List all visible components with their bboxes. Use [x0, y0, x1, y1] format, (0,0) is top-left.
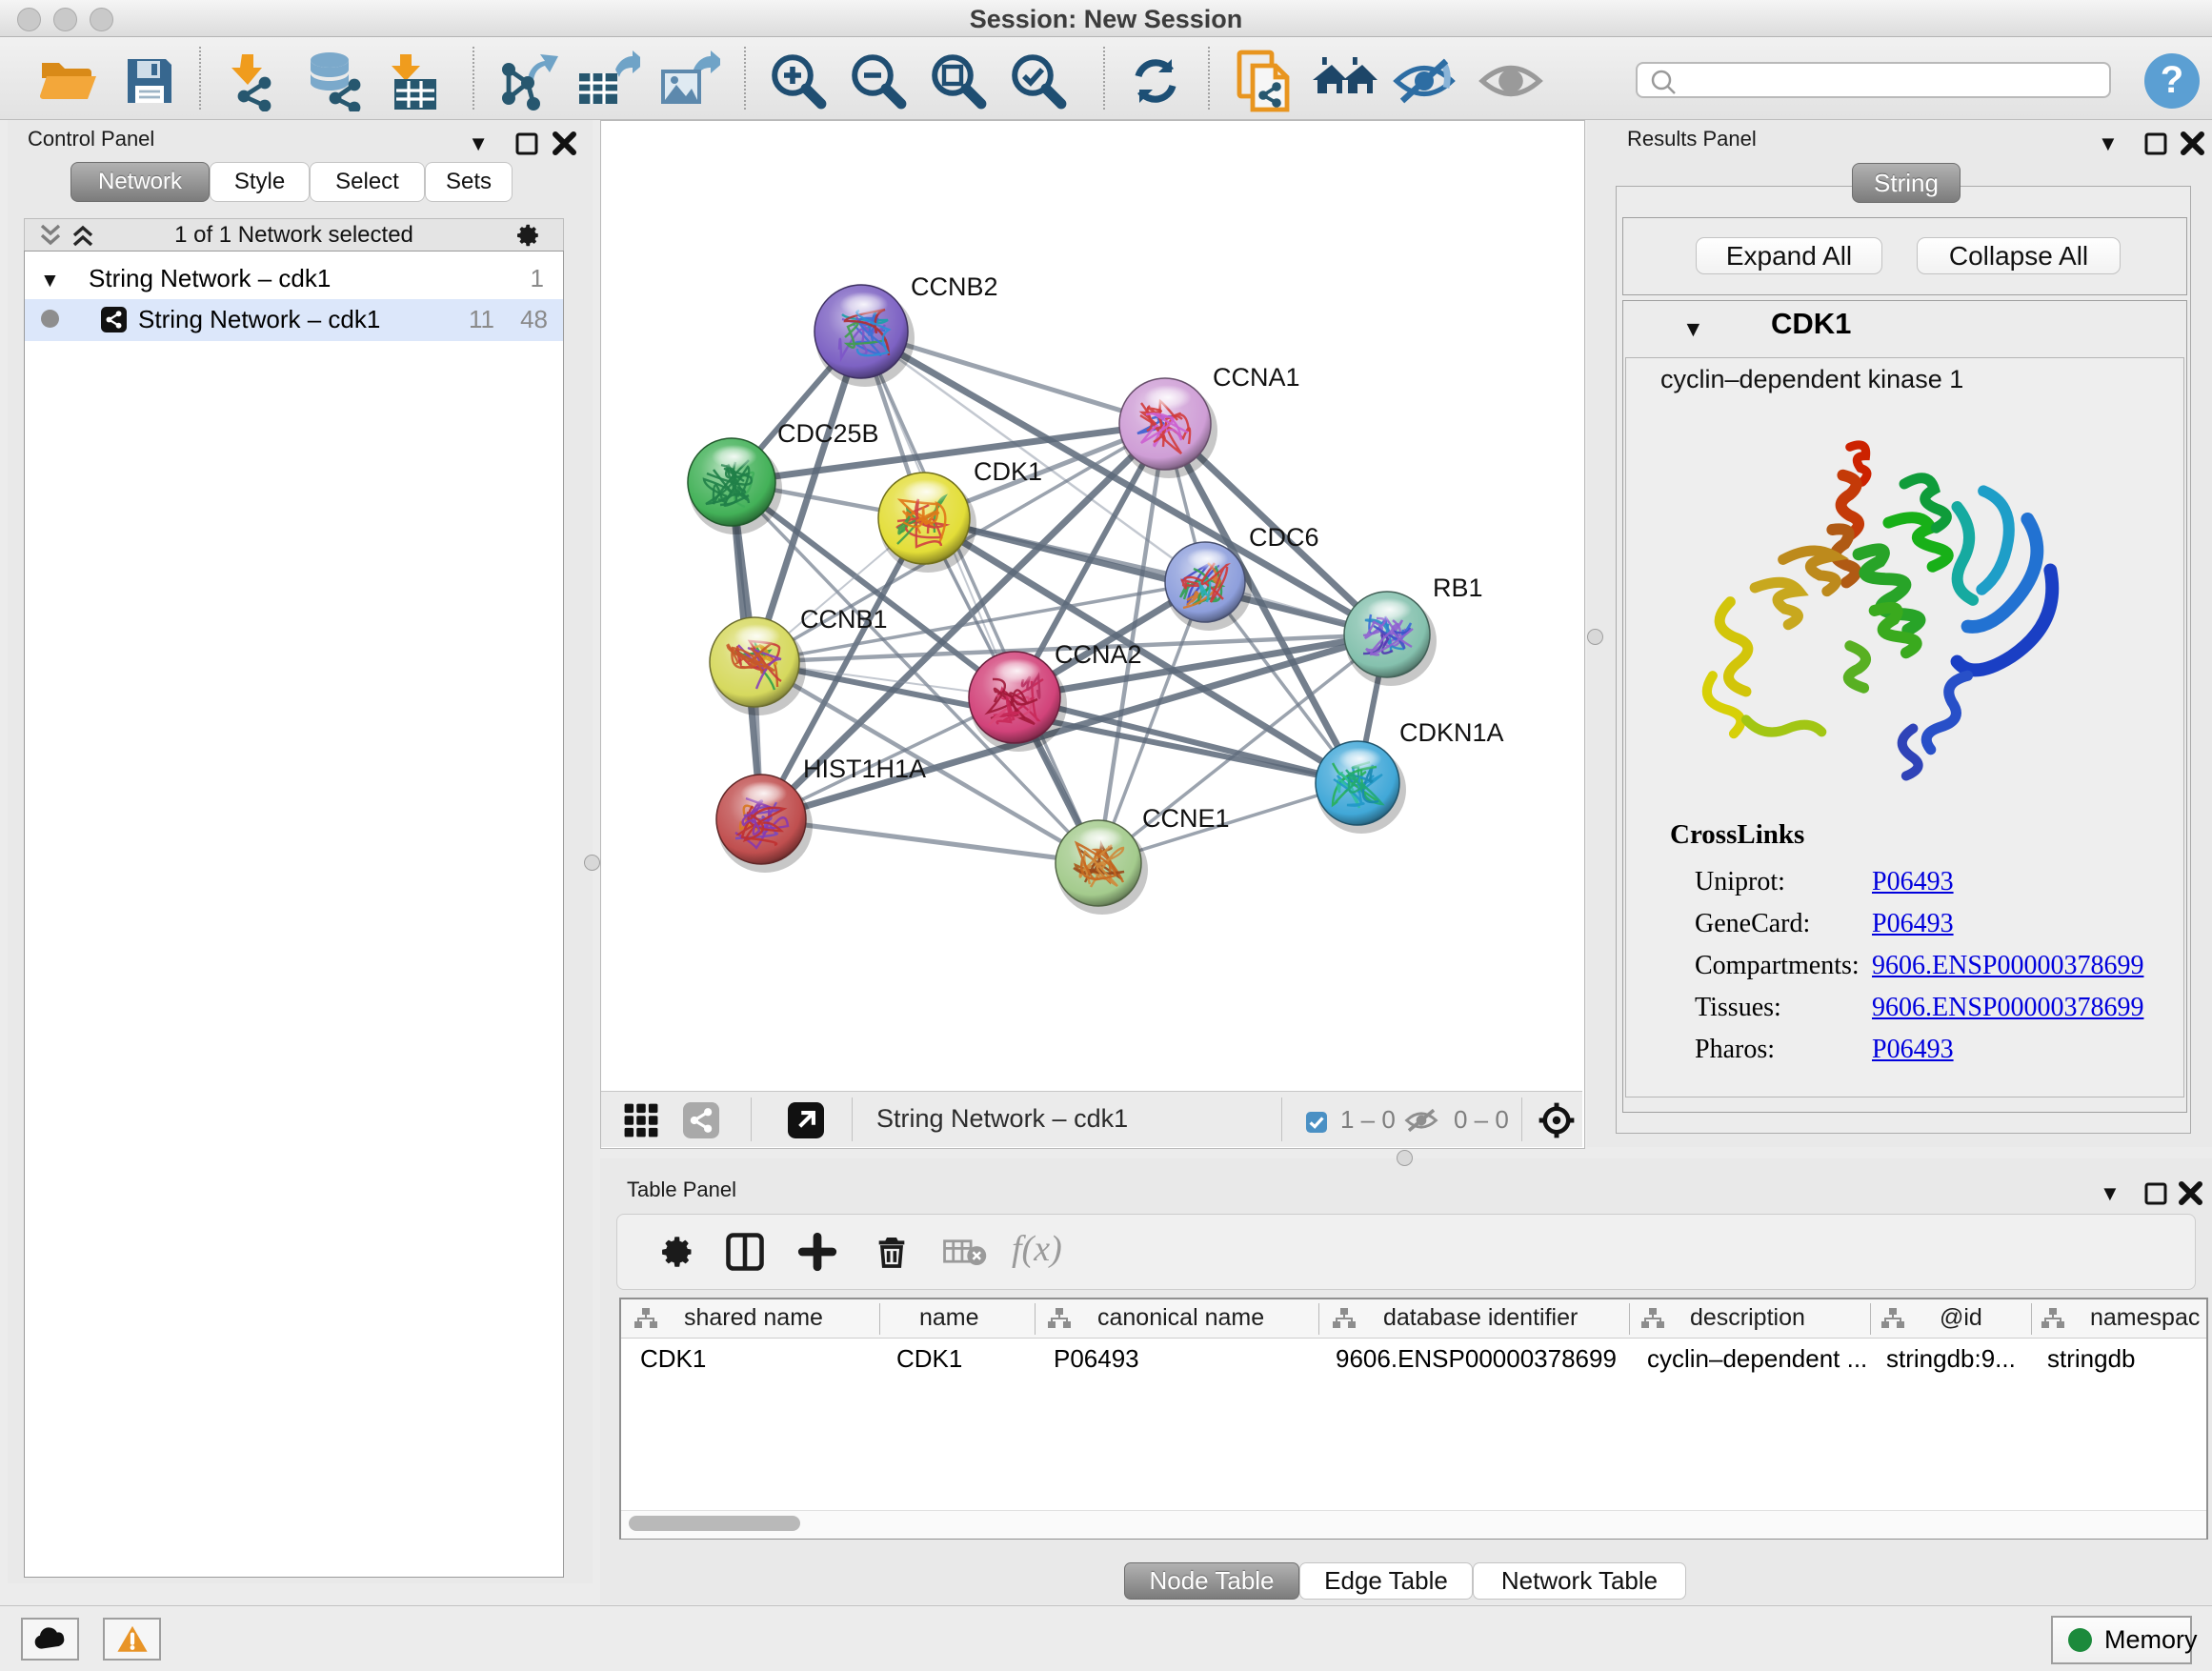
svg-text:CCNA1: CCNA1 [1213, 363, 1300, 392]
svg-text:CCNB1: CCNB1 [800, 605, 888, 634]
svg-text:CCNB2: CCNB2 [911, 272, 998, 301]
svg-text:RB1: RB1 [1433, 574, 1483, 602]
svg-text:CDK1: CDK1 [974, 457, 1042, 486]
svg-text:HIST1H1A: HIST1H1A [803, 755, 926, 783]
svg-text:CDC6: CDC6 [1249, 523, 1319, 552]
svg-text:CCNE1: CCNE1 [1142, 804, 1230, 833]
svg-text:CDC25B: CDC25B [777, 419, 879, 448]
svg-text:CDKN1A: CDKN1A [1399, 718, 1504, 747]
svg-text:CCNA2: CCNA2 [1055, 640, 1142, 669]
